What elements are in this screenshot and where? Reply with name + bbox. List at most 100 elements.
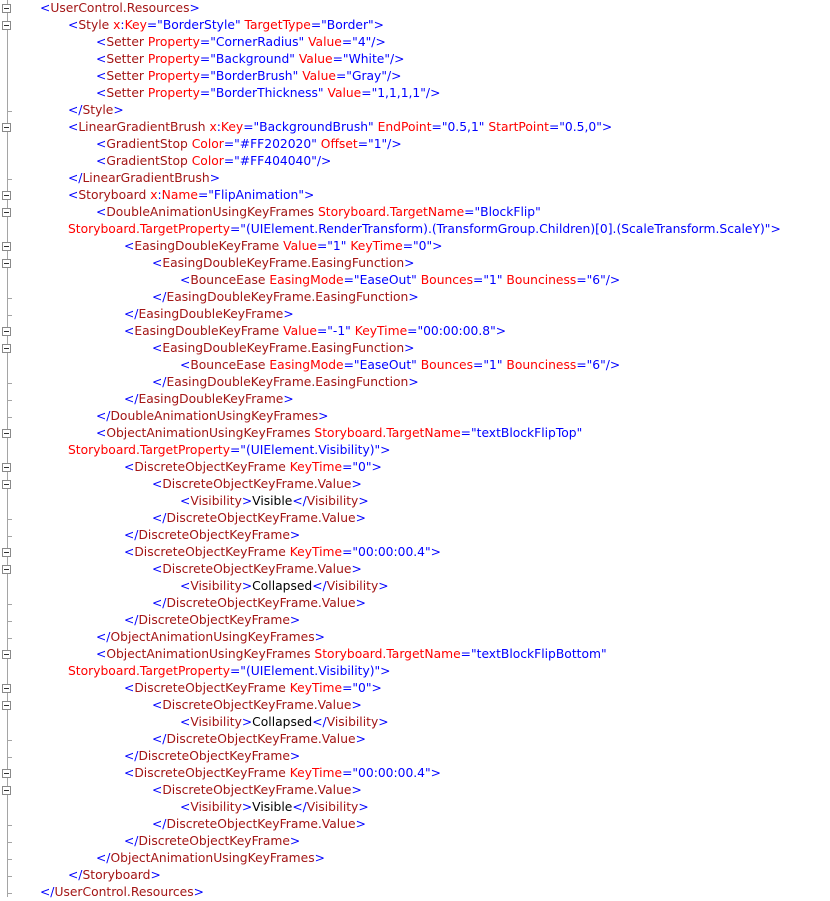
code-token: < bbox=[96, 69, 107, 83]
code-token: =" bbox=[431, 120, 448, 134]
code-line: <BounceEase EasingMode="EaseOut" Bounces… bbox=[180, 272, 620, 289]
code-line: <DiscreteObjectKeyFrame KeyTime="00:00:0… bbox=[124, 544, 441, 561]
code-token: "> bbox=[425, 766, 441, 780]
code-token: "> bbox=[425, 545, 441, 559]
fold-end-marker bbox=[7, 519, 12, 520]
code-token: Visibility bbox=[190, 579, 242, 593]
code-token: =" bbox=[229, 443, 246, 457]
code-line: </DiscreteObjectKeyFrame.Value> bbox=[152, 510, 366, 527]
code-token: White bbox=[348, 52, 385, 66]
code-token: =" bbox=[576, 273, 593, 287]
code-token: =" bbox=[342, 766, 359, 780]
fold-end-marker bbox=[7, 604, 12, 605]
code-token: DoubleAnimationUsingKeyFrames bbox=[110, 409, 319, 423]
code-token: > bbox=[289, 749, 301, 763]
collapse-toggle-icon[interactable] bbox=[2, 548, 11, 557]
code-token: > bbox=[241, 579, 253, 593]
code-token: DiscreteObjectKeyFrame bbox=[134, 545, 286, 559]
collapse-toggle-icon[interactable] bbox=[2, 4, 11, 13]
code-token: 00:00:00.8 bbox=[423, 324, 491, 338]
code-token: DiscreteObjectKeyFrame.Value bbox=[166, 817, 356, 831]
code-token: DiscreteObjectKeyFrame bbox=[134, 766, 286, 780]
code-token: Property bbox=[147, 86, 200, 100]
collapse-toggle-icon[interactable] bbox=[2, 327, 11, 336]
collapse-toggle-icon[interactable] bbox=[2, 191, 11, 200]
code-token: =" bbox=[357, 137, 374, 151]
code-token: < bbox=[180, 273, 191, 287]
collapse-toggle-icon[interactable] bbox=[2, 684, 11, 693]
code-line: </UserControl.Resources> bbox=[40, 884, 204, 901]
code-token: > bbox=[314, 851, 325, 865]
code-token: Storyboard.TargetProperty bbox=[68, 443, 230, 457]
code-token: Visibility bbox=[326, 715, 379, 729]
code-token: DiscreteObjectKeyFrame bbox=[138, 613, 290, 627]
code-line: </DiscreteObjectKeyFrame> bbox=[124, 527, 300, 544]
code-token: DiscreteObjectKeyFrame.Value bbox=[166, 511, 356, 525]
code-token: EndPoint bbox=[377, 120, 432, 134]
code-token: "> bbox=[365, 460, 382, 474]
collapse-toggle-icon[interactable] bbox=[2, 344, 11, 353]
code-token: < bbox=[152, 477, 163, 491]
code-line: </DiscreteObjectKeyFrame.Value> bbox=[152, 731, 366, 748]
collapse-toggle-icon[interactable] bbox=[2, 21, 11, 30]
code-token: > bbox=[189, 1, 200, 15]
code-token: DiscreteObjectKeyFrame.Value bbox=[166, 732, 356, 746]
code-token: DiscreteObjectKeyFrame.Value bbox=[162, 698, 352, 712]
fold-end-marker bbox=[7, 111, 12, 112]
code-token: =" bbox=[316, 239, 333, 253]
code-editor[interactable]: <UserControl.Resources> <Style x:Key="Bor… bbox=[0, 0, 830, 899]
code-token: Value bbox=[302, 69, 336, 83]
collapse-toggle-icon[interactable] bbox=[2, 565, 11, 574]
collapse-toggle-icon[interactable] bbox=[2, 650, 11, 659]
code-line: </DiscreteObjectKeyFrame> bbox=[124, 612, 300, 629]
code-token: </ bbox=[124, 834, 139, 848]
code-token: < bbox=[152, 783, 163, 797]
code-token: =" bbox=[342, 460, 359, 474]
collapse-toggle-icon[interactable] bbox=[2, 786, 11, 795]
code-token: KeyTime bbox=[289, 460, 343, 474]
collapse-toggle-icon[interactable] bbox=[2, 769, 11, 778]
code-token: =" bbox=[407, 324, 424, 338]
code-token: < bbox=[124, 324, 135, 338]
code-token: EasingDoubleKeyFrame bbox=[134, 239, 280, 253]
code-token: Storyboard.TargetName bbox=[314, 647, 461, 661]
code-token: =" bbox=[243, 120, 260, 134]
code-token: 0 bbox=[358, 460, 366, 474]
collapse-toggle-icon[interactable] bbox=[2, 123, 11, 132]
fold-end-marker bbox=[7, 757, 12, 758]
code-line: Storyboard.TargetProperty="(UIElement.Vi… bbox=[68, 442, 391, 459]
code-line: <Setter Property="CornerRadius" Value="4… bbox=[96, 34, 386, 51]
collapse-toggle-icon[interactable] bbox=[2, 242, 11, 251]
code-token: < bbox=[152, 698, 163, 712]
code-token: GradientStop bbox=[106, 137, 188, 151]
code-token: EasingDoubleKeyFrame.EasingFunction bbox=[166, 375, 409, 389]
code-token: > bbox=[209, 171, 220, 185]
fold-end-marker bbox=[7, 621, 12, 622]
code-line: </LinearGradientBrush> bbox=[68, 170, 220, 187]
code-token: =" bbox=[460, 426, 477, 440]
collapse-toggle-icon[interactable] bbox=[2, 463, 11, 472]
code-token: =" bbox=[229, 664, 246, 678]
code-line: <GradientStop Color="#FF202020" Offset="… bbox=[96, 136, 402, 153]
code-token: > bbox=[408, 375, 419, 389]
code-token: "> bbox=[374, 443, 391, 457]
code-token: Storyboard bbox=[82, 868, 151, 882]
code-token: =" bbox=[473, 273, 489, 287]
code-token: </ bbox=[292, 494, 307, 508]
code-line: <BounceEase EasingMode="EaseOut" Bounces… bbox=[180, 357, 620, 374]
collapse-toggle-icon[interactable] bbox=[2, 208, 11, 217]
collapse-toggle-icon[interactable] bbox=[2, 701, 11, 710]
code-token: Color bbox=[191, 137, 224, 151]
code-token: Bounces bbox=[420, 273, 474, 287]
collapse-toggle-icon[interactable] bbox=[2, 429, 11, 438]
fold-end-marker bbox=[7, 179, 12, 180]
code-token: Visibility bbox=[190, 800, 242, 814]
code-line: <Style x:Key="BorderStyle" TargetType="B… bbox=[68, 17, 384, 34]
code-token: < bbox=[180, 579, 191, 593]
fold-end-marker bbox=[7, 842, 12, 843]
code-token: =" bbox=[310, 18, 327, 32]
collapse-toggle-icon[interactable] bbox=[2, 259, 11, 268]
code-token: BounceEase bbox=[190, 358, 266, 372]
code-token: Gray bbox=[351, 69, 382, 83]
collapse-toggle-icon[interactable] bbox=[2, 480, 11, 489]
